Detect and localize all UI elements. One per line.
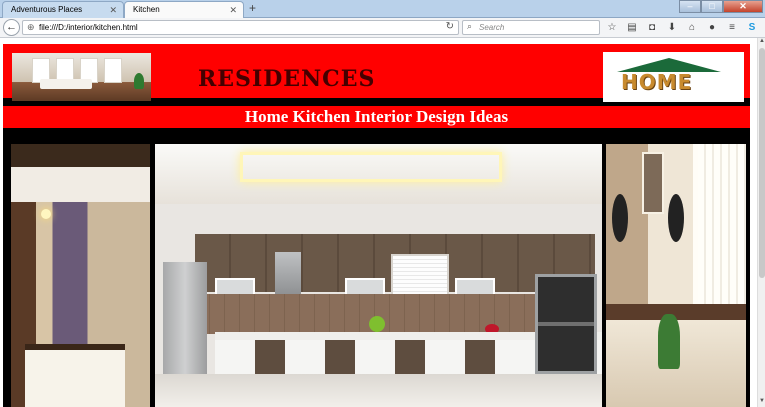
- scroll-down-arrow-icon[interactable]: ▼: [758, 398, 765, 407]
- back-arrow-icon[interactable]: ←: [3, 19, 20, 36]
- window-controls: – □ ✕: [679, 0, 763, 14]
- home-icon[interactable]: ⌂: [684, 20, 700, 35]
- menu-icon[interactable]: ≡: [724, 20, 740, 35]
- reload-icon[interactable]: ↻: [446, 21, 454, 32]
- search-input[interactable]: ⌕ Search: [462, 20, 600, 35]
- kitchen-photo: [155, 144, 602, 407]
- navigation-bar: ← ⊕ file:///D:/interior/kitchen.html ↻ ⌕…: [0, 18, 765, 38]
- scroll-thumb[interactable]: [759, 48, 765, 278]
- home-logo-text: HOME: [621, 70, 693, 94]
- tab-label: Adventurous Places: [11, 5, 83, 14]
- search-placeholder: Search: [479, 23, 505, 32]
- tab-adventurous-places[interactable]: Adventurous Places ✕: [2, 1, 124, 18]
- search-icon: ⌕: [467, 21, 473, 31]
- living-room-photo: [606, 144, 746, 407]
- page-content: RESIDENCES HOME Home Kitchen Interior De…: [3, 44, 750, 407]
- toolbar-icons: ☆ ▤ ◘ ⬇ ⌂ ● ≡ S ≡: [604, 20, 765, 35]
- vertical-scrollbar[interactable]: ▲ ▼: [757, 38, 765, 407]
- subtitle-banner: Home Kitchen Interior Design Ideas: [3, 106, 750, 128]
- reading-list-icon[interactable]: ▤: [624, 20, 640, 35]
- close-icon[interactable]: ✕: [229, 2, 237, 18]
- address-bar[interactable]: ⊕ file:///D:/interior/kitchen.html ↻: [22, 20, 459, 35]
- pocket-icon[interactable]: ◘: [644, 20, 660, 35]
- close-window-button[interactable]: ✕: [723, 0, 763, 13]
- page-subtitle: Home Kitchen Interior Design Ideas: [244, 107, 509, 126]
- url-text[interactable]: file:///D:/interior/kitchen.html: [39, 23, 138, 32]
- minimize-button[interactable]: –: [679, 0, 701, 13]
- home-logo: HOME: [603, 52, 744, 102]
- tab-kitchen[interactable]: Kitchen ✕: [124, 1, 244, 18]
- globe-icon: ⊕: [27, 22, 35, 32]
- star-icon[interactable]: ☆: [604, 20, 620, 35]
- scroll-up-arrow-icon[interactable]: ▲: [758, 38, 765, 47]
- tab-label: Kitchen: [133, 5, 160, 14]
- site-logo-text: RESIDENCES: [198, 66, 376, 92]
- bedroom-photo: [11, 144, 150, 407]
- close-icon[interactable]: ✕: [109, 2, 117, 18]
- skype-icon[interactable]: S: [744, 20, 760, 35]
- plus-icon[interactable]: +: [249, 1, 256, 16]
- page-viewport: RESIDENCES HOME Home Kitchen Interior De…: [0, 38, 757, 407]
- title-bar: Adventurous Places ✕ Kitchen ✕ + – □ ✕: [0, 0, 765, 18]
- download-icon[interactable]: ⬇: [664, 20, 680, 35]
- maximize-button[interactable]: □: [701, 0, 723, 13]
- living-room-thumbnail: [12, 53, 151, 101]
- chat-icon[interactable]: ●: [704, 20, 720, 35]
